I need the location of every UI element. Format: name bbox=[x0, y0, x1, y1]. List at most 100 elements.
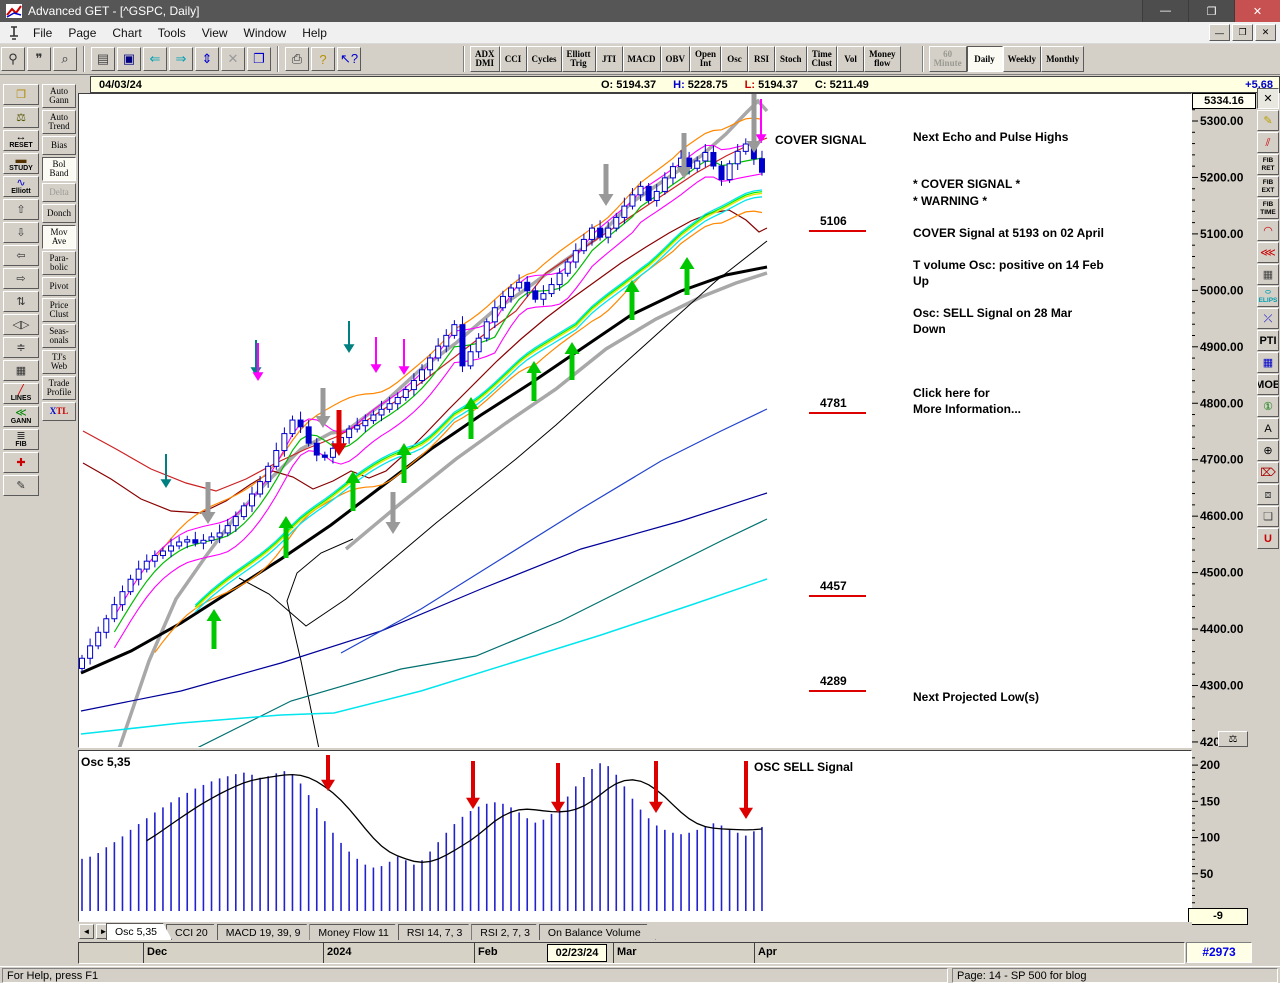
tab-on-balance-volume[interactable]: On Balance Volume bbox=[539, 924, 656, 940]
study-bias-button[interactable]: Bias bbox=[42, 136, 76, 155]
indicator-cycles-button[interactable]: Cycles bbox=[526, 46, 562, 72]
indicator-rsi-button[interactable]: RSI bbox=[748, 46, 776, 72]
indicator-obv-button[interactable]: OBV bbox=[660, 46, 691, 72]
study-tool[interactable]: ▬ STUDY bbox=[3, 153, 39, 174]
bar-compress-tool[interactable]: ≑ bbox=[3, 337, 39, 358]
restore-button[interactable]: ❐ bbox=[1188, 0, 1234, 22]
indicator-stoch-button[interactable]: Stoch bbox=[775, 46, 807, 72]
open-chart-tool[interactable]: ❒ bbox=[3, 84, 39, 105]
tab-money-flow-11[interactable]: Money Flow 11 bbox=[309, 924, 403, 940]
bar-expand-tool[interactable]: ◁▷ bbox=[3, 314, 39, 335]
price-chart[interactable] bbox=[78, 93, 1192, 748]
indicator-open-int-button[interactable]: Open Int bbox=[690, 46, 722, 72]
pin-icon[interactable]: ⚲ bbox=[1, 47, 25, 71]
properties-tool[interactable]: ✎ bbox=[3, 475, 39, 496]
menu-tools[interactable]: Tools bbox=[150, 23, 194, 43]
remove-page-icon[interactable]: ✕ bbox=[221, 47, 245, 71]
lines-tool[interactable]: ╱ LINES bbox=[3, 383, 39, 404]
arrow-right-tool[interactable]: ⇨ bbox=[3, 268, 39, 289]
mdi-close-button[interactable]: ✕ bbox=[1255, 24, 1276, 41]
print-icon[interactable]: ⎙ bbox=[285, 47, 309, 71]
study-tjs-web-button[interactable]: TJ's Web bbox=[42, 350, 76, 374]
more-information-link[interactable]: More Information... bbox=[913, 402, 1021, 416]
eraser-tool[interactable]: ⌦ bbox=[1257, 462, 1279, 483]
zoom-tool[interactable]: ⊕ bbox=[1257, 440, 1279, 461]
fib-retrace-tool[interactable]: FIB RET bbox=[1257, 154, 1279, 175]
study-seas--onals-button[interactable]: Seas- onals bbox=[42, 324, 76, 348]
attach-study-icon[interactable]: ⇕ bbox=[195, 47, 219, 71]
delete-x-tool[interactable]: ✕ bbox=[1257, 88, 1279, 109]
grid-tool[interactable]: ▦ bbox=[1257, 264, 1279, 285]
study-price-clust-button[interactable]: Price Clust bbox=[42, 298, 76, 322]
cross-tool[interactable]: ✚ bbox=[3, 452, 39, 473]
menu-file[interactable]: File bbox=[25, 23, 60, 43]
indicator-time-clust-button[interactable]: Time Clust bbox=[806, 46, 838, 72]
indicator-vol-button[interactable]: Vol bbox=[837, 46, 865, 72]
indicator-elliott-trig-button[interactable]: Elliott Trig bbox=[561, 46, 596, 72]
study-bol-band-button[interactable]: Bol Band bbox=[42, 157, 76, 181]
expand-box-tool[interactable]: ⧈ bbox=[1257, 484, 1279, 505]
menu-chart[interactable]: Chart bbox=[104, 23, 149, 43]
fan-lines-tool[interactable]: ⋘ bbox=[1257, 242, 1279, 263]
next-chart-icon[interactable]: ⇒ bbox=[169, 47, 193, 71]
tab-scroll-left[interactable]: ◄ bbox=[79, 924, 94, 939]
bar-shift-tool[interactable]: ⇅ bbox=[3, 291, 39, 312]
scale-toggle-button[interactable]: ⚖ bbox=[1218, 731, 1248, 747]
oscillator-pane[interactable] bbox=[78, 750, 1192, 922]
arrow-left-tool[interactable]: ⇦ bbox=[3, 245, 39, 266]
period-daily-button[interactable]: Daily bbox=[966, 46, 1003, 72]
indicator-osc-button[interactable]: Osc bbox=[721, 46, 749, 72]
menu-page[interactable]: Page bbox=[60, 23, 104, 43]
pti-tool[interactable]: PTI bbox=[1257, 330, 1279, 351]
fib-tool[interactable]: ≣ FIB bbox=[3, 429, 39, 450]
indicator-money-flow-button[interactable]: Money flow bbox=[864, 46, 901, 72]
menu-view[interactable]: View bbox=[194, 23, 236, 43]
fib-extension-tool[interactable]: FIB EXT bbox=[1257, 176, 1279, 197]
help-icon[interactable]: ? bbox=[311, 47, 335, 71]
save-icon[interactable]: ▣ bbox=[117, 47, 141, 71]
blue-grid-tool[interactable]: ▦ bbox=[1257, 352, 1279, 373]
study-xtl-button[interactable]: X TL bbox=[42, 402, 76, 421]
fib-time-tool[interactable]: FIB TIME bbox=[1257, 198, 1279, 219]
tab-rsi-2-7-3[interactable]: RSI 2, 7, 3 bbox=[471, 924, 545, 940]
quote-icon[interactable]: ❞ bbox=[27, 47, 51, 71]
indicator-macd-button[interactable]: MACD bbox=[622, 46, 661, 72]
arrow-down-tool[interactable]: ⇩ bbox=[3, 222, 39, 243]
context-help-icon[interactable]: ↖? bbox=[337, 47, 361, 71]
study-donch-button[interactable]: Donch bbox=[42, 204, 76, 223]
mdi-restore-button[interactable]: ❐ bbox=[1232, 24, 1253, 41]
indicator-jti-button[interactable]: JTI bbox=[595, 46, 623, 72]
period-weekly-button[interactable]: Weekly bbox=[1002, 46, 1042, 72]
mdi-system-icon[interactable] bbox=[7, 25, 21, 40]
trend-lines-tool[interactable]: ⫽ bbox=[1257, 132, 1279, 153]
reset-tool[interactable]: ↔ RESET bbox=[3, 130, 39, 151]
more-information-link[interactable]: Click here for bbox=[913, 386, 990, 400]
gann-tool[interactable]: ≪ GANN bbox=[3, 406, 39, 427]
study-delta-button[interactable]: Delta bbox=[42, 183, 76, 202]
study-trade-profile-button[interactable]: Trade Profile bbox=[42, 376, 76, 400]
arrow-up-tool[interactable]: ⇧ bbox=[3, 199, 39, 220]
study-auto-gann-button[interactable]: Auto Gann bbox=[42, 84, 76, 108]
mdi-minimize-button[interactable]: — bbox=[1209, 24, 1230, 41]
tab-osc-5-35[interactable]: Osc 5,35 bbox=[106, 923, 172, 940]
title-bar[interactable]: Advanced GET - [^GSPC, Daily] — ❐ ✕ bbox=[0, 0, 1280, 22]
close-button[interactable]: ✕ bbox=[1234, 0, 1280, 22]
crossed-lines-tool[interactable]: ⤫ bbox=[1257, 308, 1279, 329]
minimize-button[interactable]: — bbox=[1142, 0, 1188, 22]
fib-circle-tool[interactable]: ◠ bbox=[1257, 220, 1279, 241]
grid-tool[interactable]: ▦ bbox=[3, 360, 39, 381]
tab-cci-20[interactable]: CCI 20 bbox=[166, 924, 223, 940]
study-pivot-button[interactable]: Pivot bbox=[42, 277, 76, 296]
study-auto-trend-button[interactable]: Auto Trend bbox=[42, 110, 76, 134]
new-page-icon[interactable]: ▤ bbox=[91, 47, 115, 71]
menu-window[interactable]: Window bbox=[236, 23, 295, 43]
elliott-tool[interactable]: ∿ Elliott bbox=[3, 176, 39, 197]
indicator-adx-dmi-button[interactable]: ADX DMI bbox=[470, 46, 500, 72]
prev-chart-icon[interactable]: ⇐ bbox=[143, 47, 167, 71]
menu-help[interactable]: Help bbox=[294, 23, 335, 43]
date-axis[interactable]: Dec 2024 Feb Mar Apr 02/23/24 bbox=[78, 942, 1185, 964]
notes-tool[interactable]: ❏ bbox=[1257, 506, 1279, 527]
period-monthly-button[interactable]: Monthly bbox=[1041, 46, 1085, 72]
pencil-tool[interactable]: ✎ bbox=[1257, 110, 1279, 131]
indicator-cci-button[interactable]: CCI bbox=[499, 46, 527, 72]
